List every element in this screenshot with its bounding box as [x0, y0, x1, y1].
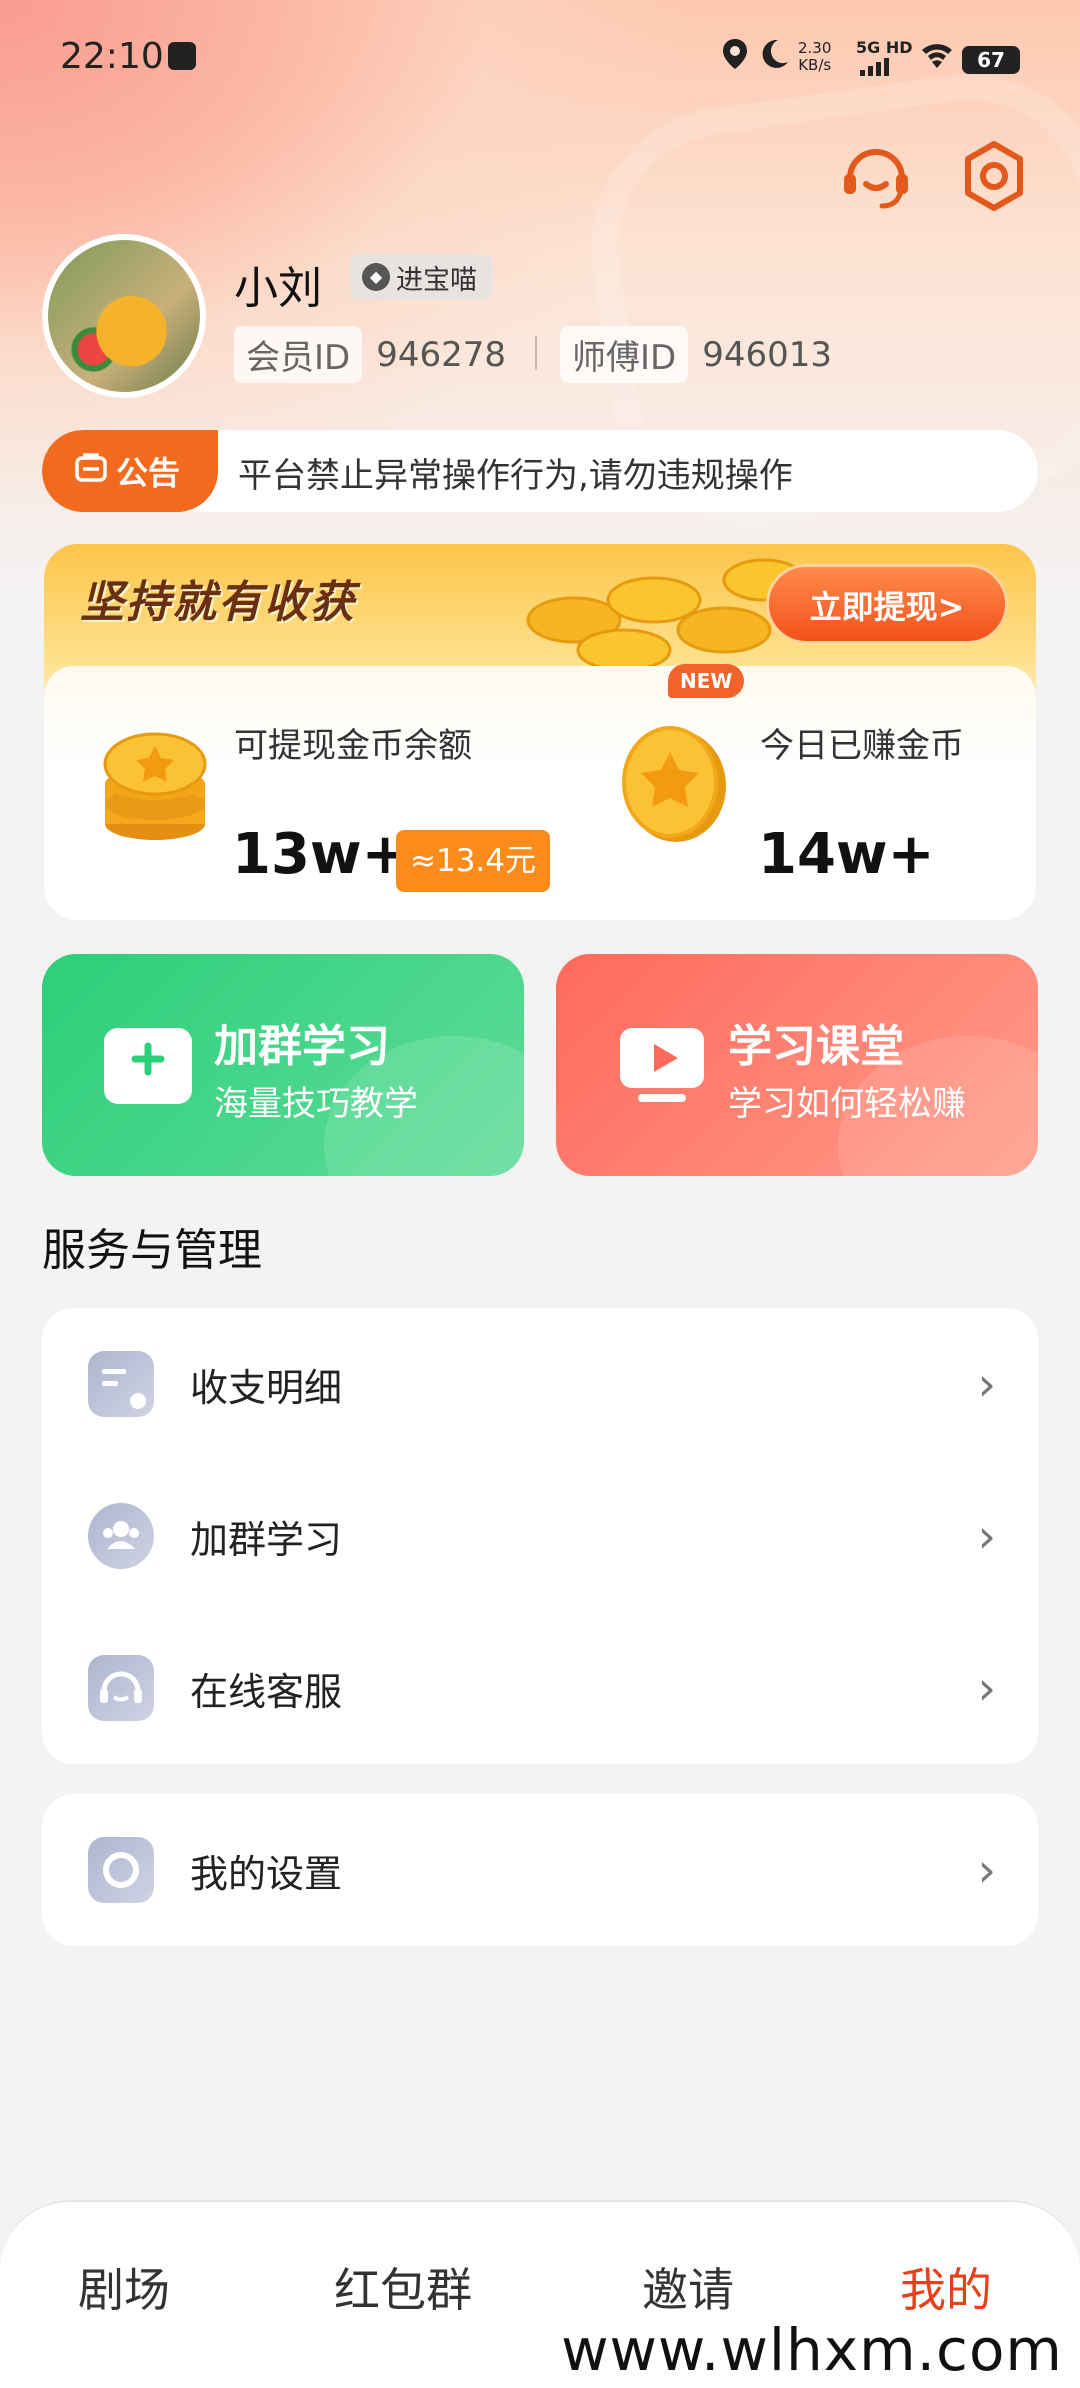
new-badge: NEW	[668, 664, 745, 698]
network-speed: 2.30 KB/s	[798, 40, 831, 74]
speed-value: 2.30	[798, 39, 832, 57]
group-icon	[88, 1503, 154, 1569]
location-icon	[722, 38, 748, 78]
coins-decoration	[514, 550, 806, 672]
balance-value: 13w+	[232, 822, 409, 887]
coin-icon	[618, 718, 734, 852]
wifi-icon	[918, 40, 956, 78]
chevron-right-icon: ›	[977, 1661, 996, 1715]
chat-plus-icon	[104, 1028, 192, 1104]
notice-text: 平台禁止异常操作行为,请勿违规操作	[238, 456, 793, 496]
list-item-settings[interactable]: 我的设置 ›	[42, 1794, 1038, 1946]
battery-indicator: 67	[962, 46, 1020, 74]
notice-badge: 公告	[42, 430, 218, 512]
list-item-label: 在线客服	[190, 1669, 343, 1714]
document-icon	[88, 1351, 154, 1417]
notice-badge-label: 公告	[116, 454, 181, 492]
chevron-right-icon: ›	[977, 1357, 996, 1411]
master-id-value: 946013	[702, 334, 833, 375]
notification-icon	[168, 42, 196, 70]
join-group-card[interactable]: 加群学习 海量技巧教学	[42, 954, 524, 1176]
headset-icon[interactable]	[838, 138, 914, 214]
learning-class-card[interactable]: 学习课堂 学习如何轻松赚	[556, 954, 1038, 1176]
moon-icon	[758, 38, 790, 78]
list-item-join-group[interactable]: 加群学习 ›	[42, 1460, 1038, 1612]
username: 小刘	[234, 263, 322, 314]
services-list: 收支明细 › 加群学习 › 在线客服 ›	[42, 1308, 1038, 1764]
withdraw-button[interactable]: 立即提现>	[766, 564, 1008, 644]
coin-card: 坚持就有收获 立即提现> 可提现金币余额 13w+ ≈13.4元 NEW 今日已…	[44, 544, 1036, 920]
list-item-transactions[interactable]: 收支明细 ›	[42, 1308, 1038, 1460]
learning-class-title: 学习课堂	[728, 1021, 904, 1072]
today-label: 今日已赚金币	[760, 726, 964, 766]
master-id-label: 师傅ID	[560, 326, 689, 383]
master-id: 师傅ID 946013	[560, 326, 832, 383]
slogan: 坚持就有收获	[80, 577, 356, 628]
tab-invite[interactable]: 邀请	[642, 2254, 734, 2320]
megaphone-icon	[74, 450, 108, 492]
tab-theater[interactable]: 剧场	[78, 2254, 170, 2320]
network-type: 5G HD	[856, 38, 913, 57]
gear-icon	[88, 1837, 154, 1903]
chevron-right-icon: ›	[977, 1509, 996, 1563]
speed-unit: KB/s	[798, 56, 832, 74]
notice-bar[interactable]: 公告 平台禁止异常操作行为,请勿违规操作	[42, 430, 1038, 512]
video-play-icon	[618, 1028, 706, 1104]
member-id-value: 946278	[376, 334, 507, 375]
member-id-label: 会员ID	[234, 326, 363, 383]
list-item-label: 加群学习	[190, 1517, 343, 1562]
balance-approx: ≈13.4元	[396, 830, 550, 892]
gear-icon[interactable]	[956, 138, 1032, 214]
coin-stats: 可提现金币余额 13w+ ≈13.4元 NEW 今日已赚金币 14w+	[44, 664, 1036, 920]
chevron-right-icon: ›	[977, 1843, 996, 1897]
join-group-subtitle: 海量技巧教学	[214, 1084, 418, 1124]
balance-label: 可提现金币余额	[234, 726, 472, 766]
coin-stack-icon	[100, 724, 210, 848]
tab-mine[interactable]: 我的	[900, 2254, 992, 2320]
list-item-label: 我的设置	[190, 1851, 343, 1896]
avatar[interactable]	[42, 234, 206, 398]
today-value: 14w+	[758, 822, 935, 887]
list-item-label: 收支明细	[190, 1365, 343, 1410]
list-item-customer-service[interactable]: 在线客服 ›	[42, 1612, 1038, 1764]
tab-red-packet-group[interactable]: 红包群	[334, 2254, 472, 2320]
user-tag: ◆ 进宝喵	[350, 254, 493, 300]
tag-icon: ◆	[362, 263, 390, 291]
signal-icon	[860, 58, 889, 76]
watermark: www.wlhxm.com	[544, 2312, 1080, 2388]
status-time: 22:10	[60, 36, 164, 77]
section-title: 服务与管理	[42, 1225, 262, 1276]
status-bar: 22:10 2.30 KB/s 5G HD 67	[0, 0, 1080, 110]
learning-class-subtitle: 学习如何轻松赚	[728, 1084, 966, 1124]
id-divider	[535, 336, 537, 370]
join-group-title: 加群学习	[214, 1021, 390, 1072]
settings-list: 我的设置 ›	[42, 1794, 1038, 1946]
member-id: 会员ID 946278	[234, 326, 506, 383]
tag-label: 进宝喵	[396, 264, 477, 296]
headset-icon	[88, 1655, 154, 1721]
